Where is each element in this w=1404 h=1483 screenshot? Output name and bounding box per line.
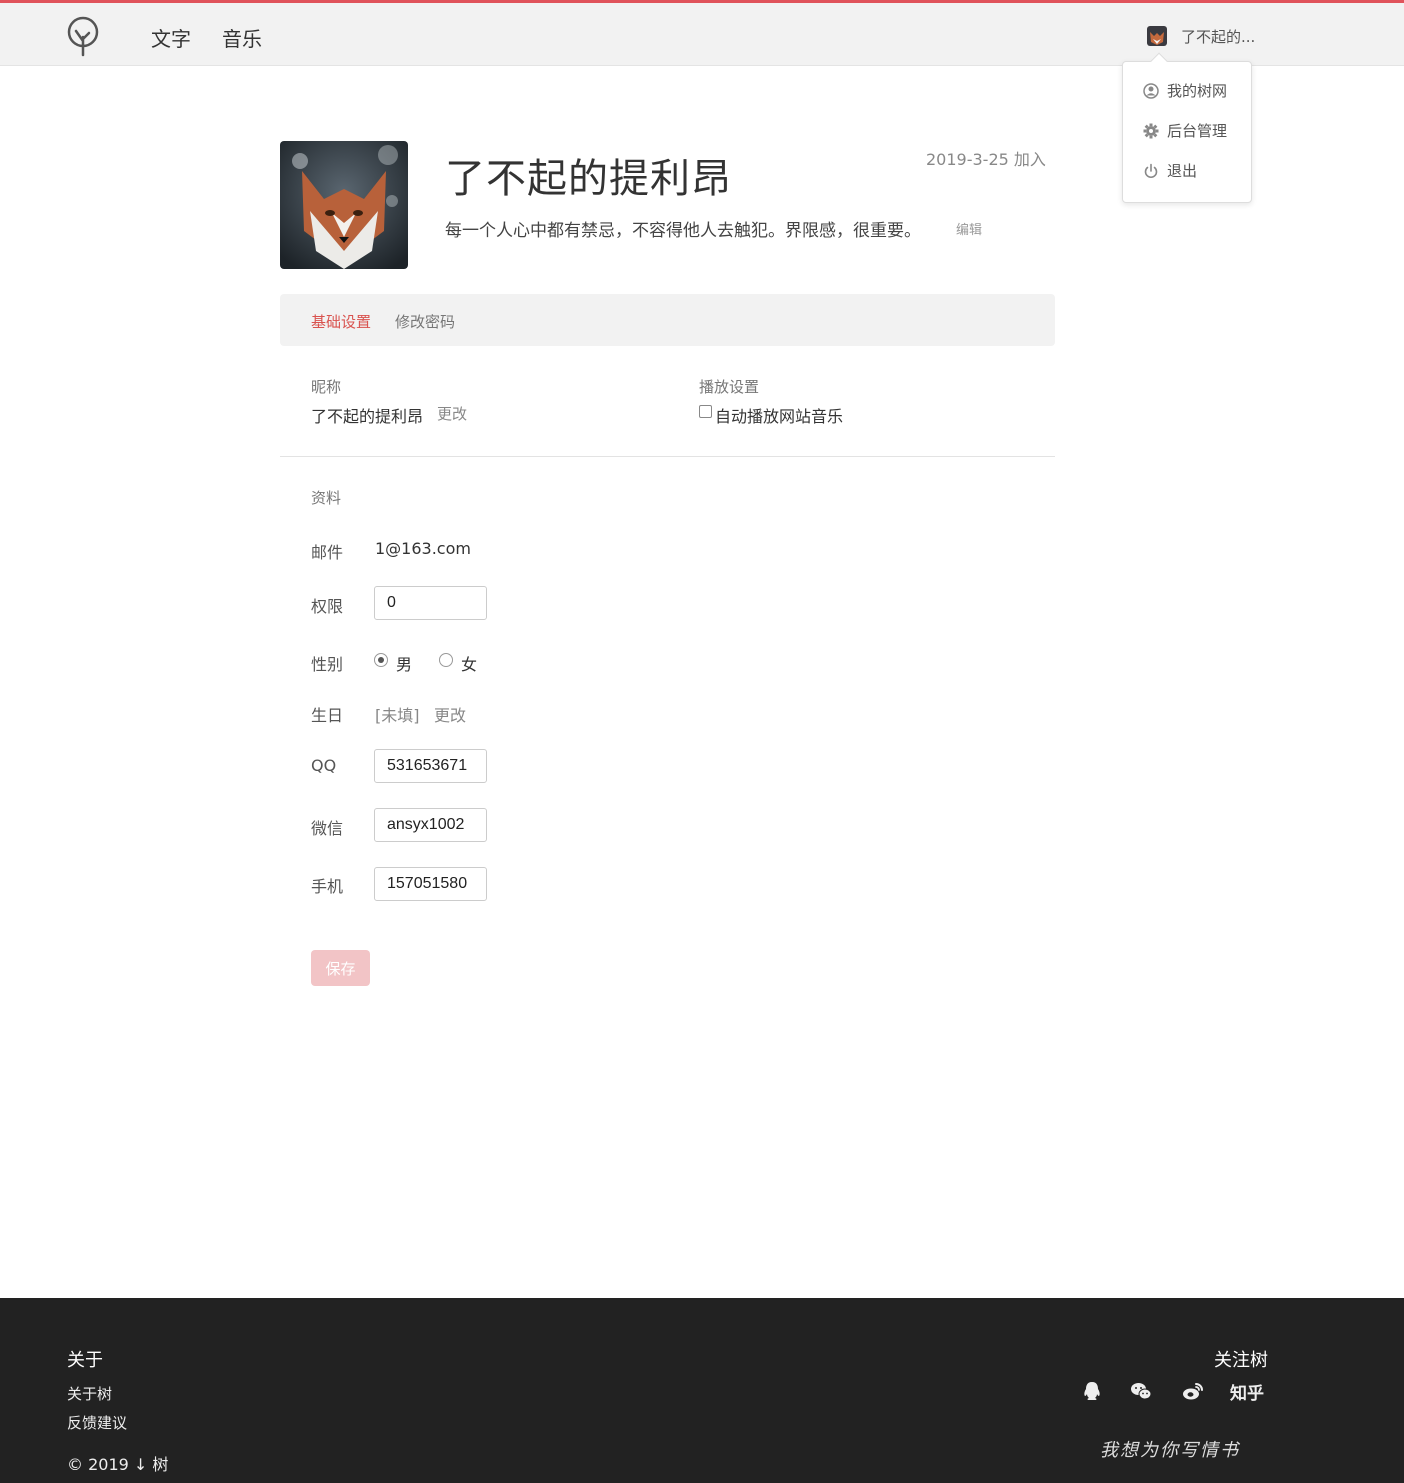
gear-icon [1143,123,1159,138]
qq-input[interactable]: 531653671 [374,749,487,783]
edit-signature-link[interactable]: 编辑 [956,219,982,238]
autoplay-label: 自动播放网站音乐 [715,407,844,426]
footer: 关于 关于树 反馈建议 © 2019 ↓ 树 关注树 知乎 我想为你写情书 [0,1298,1404,1483]
menu-item-admin[interactable]: 后台管理 [1143,120,1227,141]
nickname-label: 昵称 [311,378,342,396]
footer-follow-title: 关注树 [1214,1350,1268,1371]
footer-slogan: 我想为你写情书 [1100,1440,1240,1461]
change-nickname-link[interactable]: 更改 [437,403,467,424]
menu-item-label: 我的树网 [1167,82,1228,100]
profile-section-label: 资料 [311,489,342,507]
user-name: 了不起的... [1181,27,1256,46]
profile-signature: 每一个人心中都有禁忌，不容得他人去触犯。界限感，很重要。 [445,221,921,241]
user-circle-icon [1143,82,1159,99]
menu-item-label: 后台管理 [1167,122,1228,140]
menu-item-my-tree[interactable]: 我的树网 [1143,80,1227,101]
join-date: 2019-3-25 加入 [926,150,1046,169]
avatar [1147,26,1167,46]
footer-about-title: 关于 [67,1350,103,1371]
permission-label: 权限 [311,597,344,616]
tab-basic-settings[interactable]: 基础设置 [311,311,371,332]
wechat-icon[interactable] [1130,1381,1152,1401]
permission-input[interactable]: 0 [374,586,487,620]
email-value: 1@163.com [375,539,471,558]
birthday-label: 生日 [311,706,344,725]
qq-label: QQ [311,756,337,775]
birthday-value: [未填] [375,706,420,725]
profile-name: 了不起的提利昂 [445,156,732,202]
change-birthday-link[interactable]: 更改 [434,702,466,726]
footer-link-about[interactable]: 关于树 [67,1383,112,1404]
nav-item-music[interactable]: 音乐 [222,23,262,52]
wechat-input[interactable]: ansyx1002 [374,808,487,842]
gender-radio-male[interactable] [374,653,388,667]
top-navbar: 文字 音乐 了不起的... [0,0,1404,66]
nickname-value: 了不起的提利昂 [311,407,424,426]
wechat-label: 微信 [311,819,344,838]
zhihu-link[interactable]: 知乎 [1230,1379,1264,1404]
profile-avatar[interactable] [280,141,408,269]
play-settings-label: 播放设置 [699,378,760,396]
user-menu-toggle[interactable]: 了不起的... [1147,25,1255,47]
autoplay-checkbox[interactable] [699,405,712,418]
user-dropdown-menu: 我的树网 后台管理 退出 [1122,52,1252,203]
footer-link-feedback[interactable]: 反馈建议 [67,1412,127,1433]
weibo-icon[interactable] [1182,1381,1204,1401]
tree-logo-icon[interactable] [64,15,102,57]
nav-item-text[interactable]: 文字 [151,23,191,52]
footer-copyright: © 2019 ↓ 树 [67,1455,169,1474]
settings-tabs: 基础设置 修改密码 [280,294,1055,346]
menu-item-logout[interactable]: 退出 [1143,160,1197,181]
power-icon [1144,163,1158,178]
gender-label: 性别 [311,655,344,674]
qq-icon[interactable] [1081,1381,1103,1401]
section-divider [280,456,1055,457]
gender-option-female: 女 [461,655,478,674]
phone-label: 手机 [311,877,344,896]
tab-change-password[interactable]: 修改密码 [395,311,455,332]
gender-radio-female[interactable] [439,653,453,667]
gender-option-male: 男 [396,655,413,674]
email-label: 邮件 [311,543,344,562]
save-button[interactable]: 保存 [311,950,370,986]
menu-item-label: 退出 [1167,162,1198,180]
phone-input[interactable]: 157051580 [374,867,487,901]
